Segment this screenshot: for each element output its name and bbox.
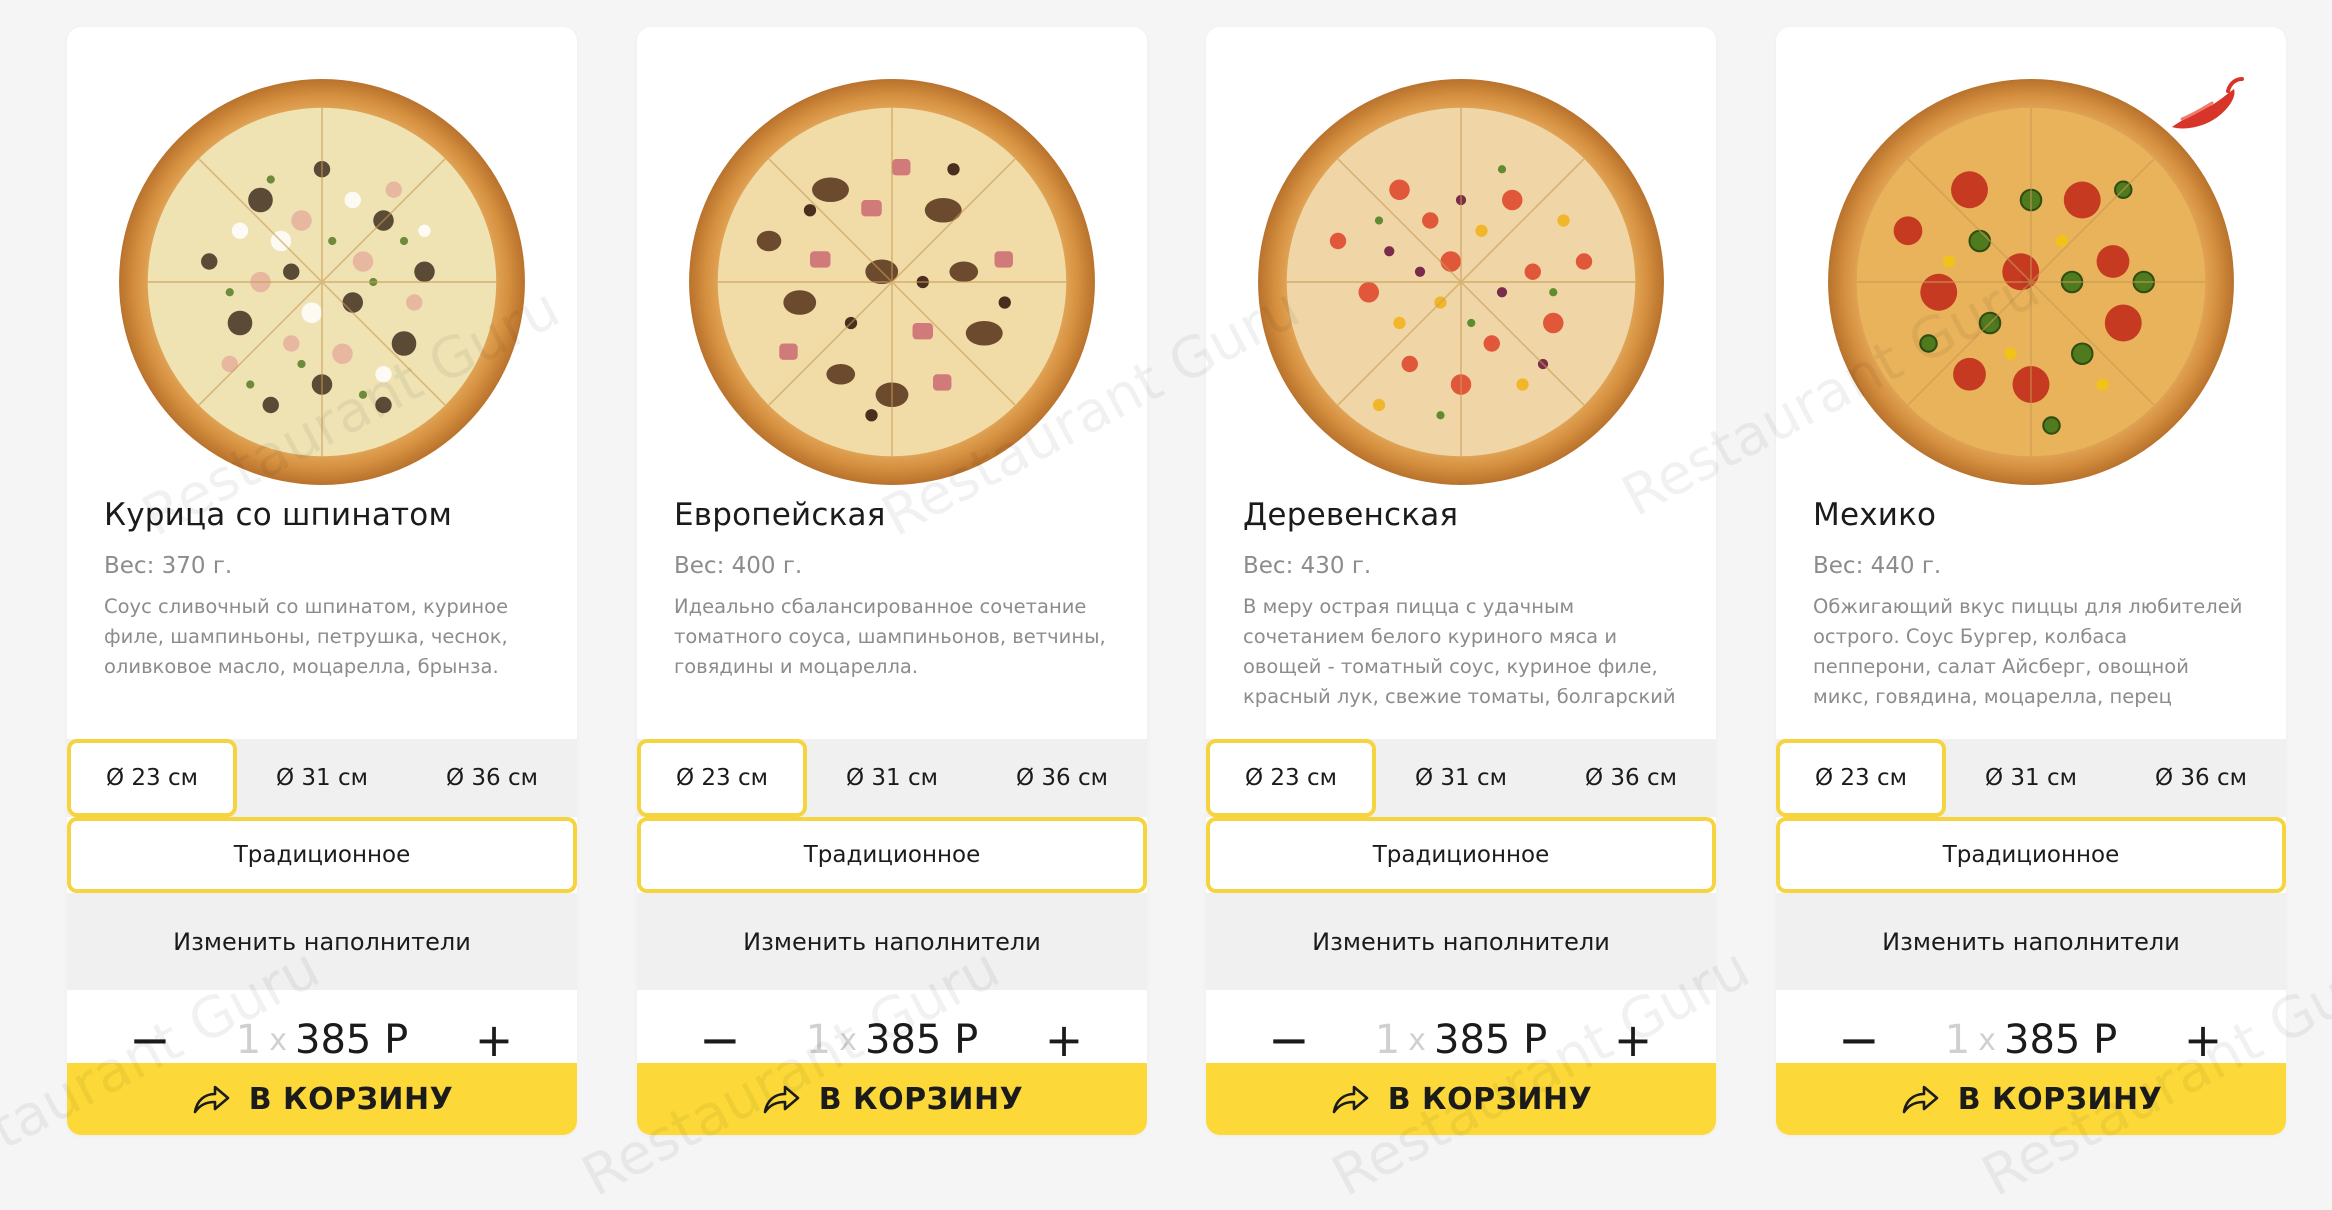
add-to-cart-label: В КОРЗИНУ <box>248 1081 454 1117</box>
size-option-36[interactable]: Ø 36 см <box>977 739 1147 817</box>
product-description: Идеально сбалансированное сочетание тома… <box>674 595 1106 678</box>
size-option-31[interactable]: Ø 31 см <box>1376 739 1546 817</box>
add-to-cart-label: В КОРЗИНУ <box>1387 1081 1593 1117</box>
product-card: Мехико Вес: 440 г. Обжигающий вкус пиццы… <box>1776 27 2286 1135</box>
share-arrow-icon <box>1330 1082 1370 1116</box>
price-value: 385 Р <box>1434 1017 1548 1063</box>
quantity-times-sign: x <box>1978 1022 1997 1058</box>
change-toppings-button[interactable]: Изменить наполнители <box>1206 893 1716 990</box>
size-option-23[interactable]: Ø 23 см <box>637 739 807 817</box>
add-to-cart-button[interactable]: В КОРЗИНУ <box>1776 1063 2286 1135</box>
product-weight: Вес: 430 г. <box>1243 553 1372 579</box>
add-to-cart-button[interactable]: В КОРЗИНУ <box>637 1063 1147 1135</box>
quantity-value: 1 <box>1944 1017 1971 1063</box>
quantity-times-sign: x <box>1408 1022 1427 1058</box>
add-to-cart-label: В КОРЗИНУ <box>1957 1081 2163 1117</box>
product-description: В меру острая пицца с удачным сочетанием… <box>1243 595 1676 708</box>
price-value: 385 Р <box>865 1017 979 1063</box>
change-toppings-button[interactable]: Изменить наполнители <box>1776 893 2286 990</box>
pizza-village-image[interactable] <box>1256 77 1666 487</box>
size-option-36[interactable]: Ø 36 см <box>1546 739 1716 817</box>
quantity-times-sign: x <box>269 1022 288 1058</box>
product-card: Европейская Вес: 400 г. Идеально сбаланс… <box>637 27 1147 1135</box>
product-weight: Вес: 370 г. <box>104 553 233 579</box>
size-option-23[interactable]: Ø 23 см <box>1776 739 1946 817</box>
share-arrow-icon <box>1900 1082 1940 1116</box>
add-to-cart-button[interactable]: В КОРЗИНУ <box>1206 1063 1716 1135</box>
size-selector: Ø 23 см Ø 31 см Ø 36 см <box>1206 739 1716 817</box>
add-to-cart-label: В КОРЗИНУ <box>818 1081 1024 1117</box>
pizza-european-image[interactable] <box>687 77 1097 487</box>
crust-option-traditional[interactable]: Традиционное <box>1206 817 1716 893</box>
product-weight: Вес: 440 г. <box>1813 553 1942 579</box>
add-to-cart-button[interactable]: В КОРЗИНУ <box>67 1063 577 1135</box>
share-arrow-icon <box>761 1082 801 1116</box>
crust-option-traditional[interactable]: Традиционное <box>67 817 577 893</box>
product-card: Курица со шпинатом Вес: 370 г. Соус слив… <box>67 27 577 1135</box>
quantity-value: 1 <box>235 1017 262 1063</box>
change-toppings-button[interactable]: Изменить наполнители <box>67 893 577 990</box>
product-title[interactable]: Мехико <box>1813 497 2256 533</box>
product-title[interactable]: Европейская <box>674 497 1117 533</box>
pizza-chicken-spinach-image[interactable] <box>117 77 527 487</box>
quantity-value: 1 <box>1374 1017 1401 1063</box>
size-selector: Ø 23 см Ø 31 см Ø 36 см <box>637 739 1147 817</box>
chili-pepper-icon <box>2162 65 2246 149</box>
size-option-23[interactable]: Ø 23 см <box>67 739 237 817</box>
quantity-value: 1 <box>805 1017 832 1063</box>
size-option-36[interactable]: Ø 36 см <box>2116 739 2286 817</box>
size-option-23[interactable]: Ø 23 см <box>1206 739 1376 817</box>
change-toppings-button[interactable]: Изменить наполнители <box>637 893 1147 990</box>
product-weight: Вес: 400 г. <box>674 553 803 579</box>
crust-option-traditional[interactable]: Традиционное <box>1776 817 2286 893</box>
product-title[interactable]: Деревенская <box>1243 497 1686 533</box>
share-arrow-icon <box>191 1082 231 1116</box>
size-option-31[interactable]: Ø 31 см <box>807 739 977 817</box>
quantity-times-sign: x <box>839 1022 858 1058</box>
size-option-31[interactable]: Ø 31 см <box>1946 739 2116 817</box>
product-card: Деревенская Вес: 430 г. В меру острая пи… <box>1206 27 1716 1135</box>
size-selector: Ø 23 см Ø 31 см Ø 36 см <box>1776 739 2286 817</box>
size-selector: Ø 23 см Ø 31 см Ø 36 см <box>67 739 577 817</box>
price-value: 385 Р <box>295 1017 409 1063</box>
product-description: Соус сливочный со шпинатом, куриное филе… <box>104 595 509 678</box>
crust-option-traditional[interactable]: Традиционное <box>637 817 1147 893</box>
price-value: 385 Р <box>2004 1017 2118 1063</box>
size-option-31[interactable]: Ø 31 см <box>237 739 407 817</box>
product-title[interactable]: Курица со шпинатом <box>104 497 547 533</box>
size-option-36[interactable]: Ø 36 см <box>407 739 577 817</box>
product-description: Обжигающий вкус пиццы для любителей остр… <box>1813 595 2243 718</box>
